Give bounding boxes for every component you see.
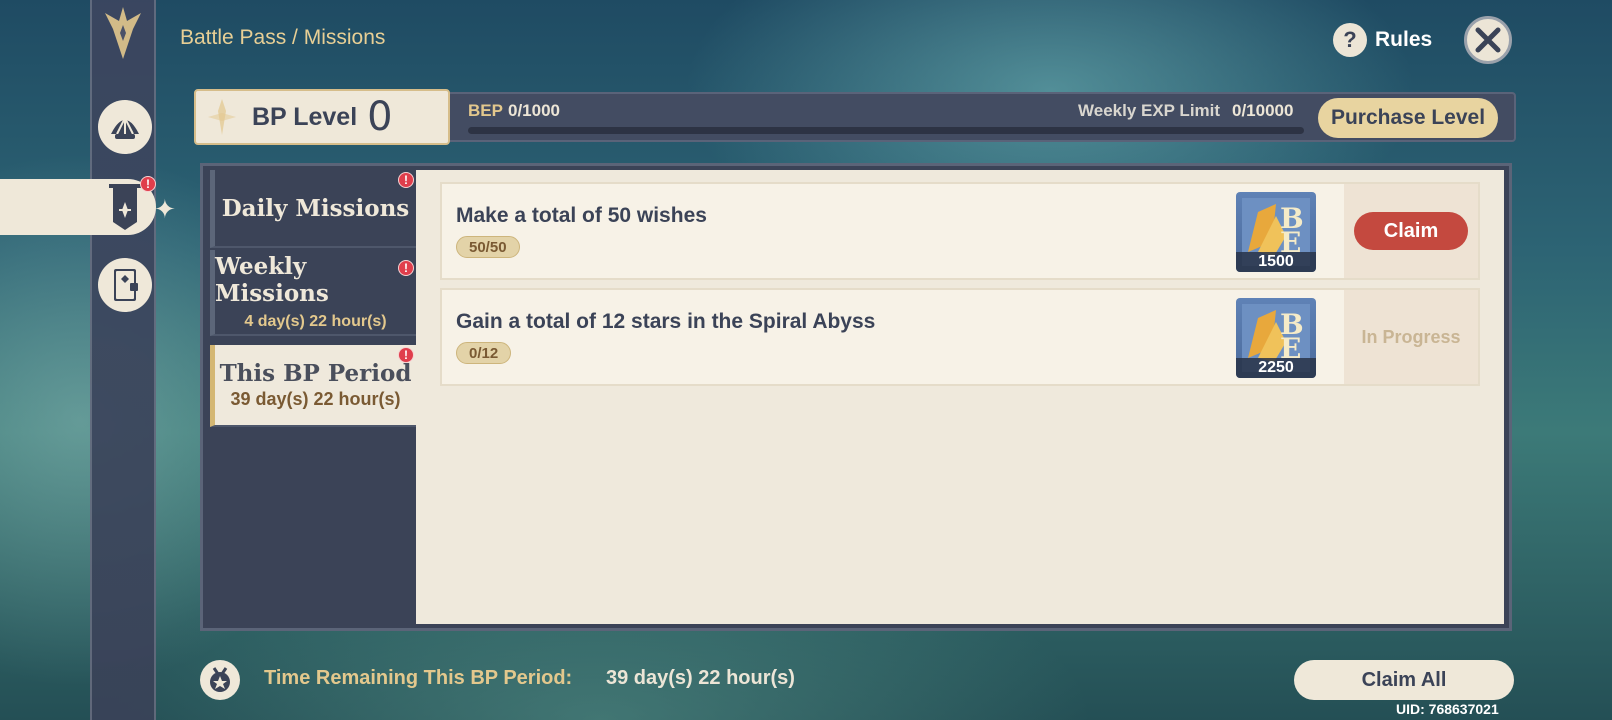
mission-progress: 0/12 bbox=[456, 342, 512, 364]
question-icon: ? bbox=[1333, 23, 1367, 57]
tab-title: This BP Period bbox=[219, 360, 412, 387]
medal-icon bbox=[200, 660, 240, 700]
bep-value: 0/1000 bbox=[508, 101, 560, 120]
in-progress-status: In Progress bbox=[1361, 326, 1461, 347]
purchase-level-button[interactable]: Purchase Level bbox=[1318, 98, 1498, 138]
daily-alert-badge: ! bbox=[398, 172, 414, 188]
close-icon bbox=[1475, 27, 1501, 53]
close-button[interactable] bbox=[1464, 16, 1512, 64]
tab-daily-missions[interactable]: Daily Missions bbox=[210, 170, 416, 248]
tab-subtitle: 39 day(s) 22 hour(s) bbox=[230, 389, 401, 409]
reward-amount: 2250 bbox=[1236, 358, 1316, 378]
uid-label: UID: 768637021 bbox=[1396, 701, 1499, 717]
mission-row: Gain a total of 12 stars in the Spiral A… bbox=[440, 288, 1480, 386]
bep-reward-icon: B E 1500 bbox=[1236, 192, 1316, 272]
mission-action-area: In Progress bbox=[1344, 290, 1478, 384]
tab-title: Weekly Missions bbox=[215, 253, 329, 307]
bp-period-alert-badge: ! bbox=[398, 347, 414, 363]
bp-level-box: BP Level 0 bbox=[194, 89, 450, 145]
bp-level-value: 0 bbox=[367, 94, 393, 140]
breadcrumb: Battle Pass / Missions bbox=[180, 26, 386, 49]
notebook-icon[interactable] bbox=[98, 258, 152, 312]
mission-title: Make a total of 50 wishes bbox=[456, 204, 707, 227]
mission-row: Make a total of 50 wishes 50/50 B E 1500… bbox=[440, 182, 1480, 280]
bep-label: BEP bbox=[468, 101, 503, 120]
weekly-alert-badge: ! bbox=[398, 260, 414, 276]
bep-progress-bar bbox=[468, 127, 1304, 134]
reward-amount: 1500 bbox=[1236, 252, 1316, 272]
mission-action-area: Claim bbox=[1344, 184, 1478, 278]
tab-subtitle: 4 day(s) 22 hour(s) bbox=[244, 313, 387, 330]
claim-button[interactable]: Claim bbox=[1354, 212, 1468, 250]
tab-this-bp-period[interactable]: This BP Period 39 day(s) 22 hour(s) bbox=[210, 345, 416, 427]
sparkle-icon: ✦ bbox=[154, 194, 176, 224]
battle-pass-emblem-icon[interactable] bbox=[96, 6, 150, 60]
weekly-exp-value: 0/10000 bbox=[1232, 101, 1294, 120]
rules-label: Rules bbox=[1375, 28, 1433, 51]
mission-title: Gain a total of 12 stars in the Spiral A… bbox=[456, 310, 876, 333]
time-remaining-label: Time Remaining This BP Period: bbox=[264, 667, 573, 689]
sidebar-alert-badge: ! bbox=[140, 176, 156, 192]
claim-all-button[interactable]: Claim All bbox=[1294, 660, 1514, 700]
shell-icon[interactable] bbox=[98, 100, 152, 154]
mission-progress: 50/50 bbox=[456, 236, 520, 258]
bep-reward-icon: B E 2250 bbox=[1236, 298, 1316, 378]
rules-button[interactable]: ? Rules bbox=[1333, 23, 1432, 57]
weekly-exp-label: Weekly EXP Limit bbox=[1078, 101, 1221, 120]
tab-weekly-missions[interactable]: Weekly Missions 4 day(s) 22 hour(s) bbox=[210, 250, 416, 336]
bp-level-label: BP Level bbox=[252, 102, 358, 131]
time-remaining-value: 39 day(s) 22 hour(s) bbox=[606, 667, 795, 689]
tab-title: Daily Missions bbox=[221, 194, 410, 222]
bp-emblem-icon bbox=[208, 99, 236, 135]
